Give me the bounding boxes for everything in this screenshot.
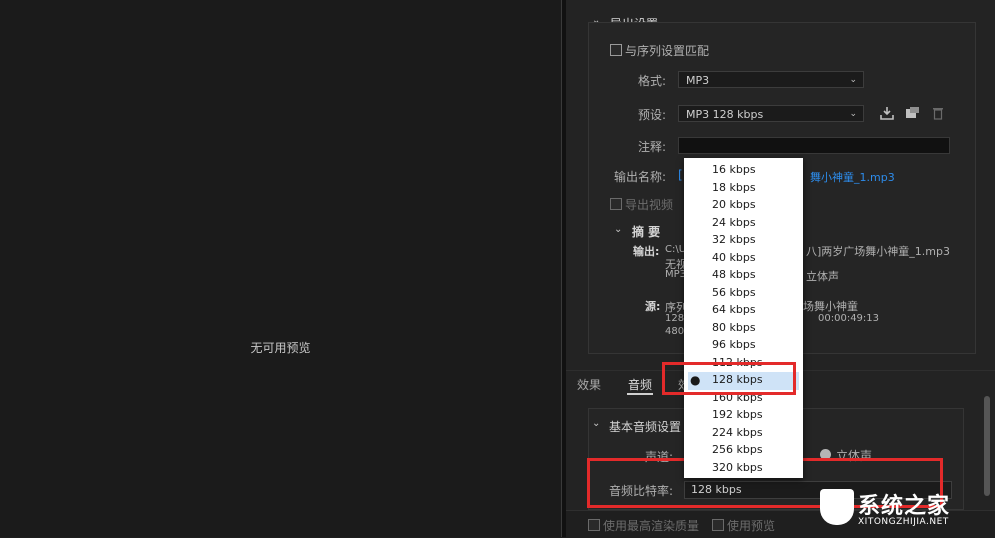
match-sequence-checkbox[interactable] bbox=[610, 44, 622, 56]
export-video-checkbox[interactable] bbox=[610, 198, 622, 210]
watermark-logo-icon bbox=[820, 489, 854, 525]
format-label: 格式: bbox=[638, 74, 667, 88]
highlight-box-selected-option bbox=[662, 362, 796, 395]
summary-output-line3: MP3 bbox=[665, 269, 687, 280]
bitrate-option[interactable]: 192 kbps bbox=[712, 407, 763, 423]
bitrate-option[interactable]: 224 kbps bbox=[712, 425, 763, 441]
preset-label: 预设: bbox=[638, 108, 667, 122]
bitrate-option[interactable]: 96 kbps bbox=[712, 337, 756, 353]
output-name-label: 输出名称: bbox=[614, 170, 667, 184]
summary-output-stereo: 立体声 bbox=[806, 270, 839, 283]
preview-pane bbox=[0, 0, 562, 537]
summary-source-duration: 00:00:49:13 bbox=[818, 313, 880, 324]
bitrate-option[interactable]: 80 kbps bbox=[712, 320, 756, 336]
summary-source-name: 场舞小神童 bbox=[803, 300, 858, 313]
summary-output-path: C:\U bbox=[665, 244, 687, 255]
bitrate-option[interactable]: 64 kbps bbox=[712, 302, 756, 318]
summary-source-label: 源: bbox=[645, 300, 661, 313]
output-name-link[interactable]: 舞小神童_1.mp3 bbox=[810, 169, 895, 185]
bitrate-option[interactable]: 18 kbps bbox=[712, 180, 756, 196]
chevron-down-icon[interactable]: ⌄ bbox=[592, 418, 600, 429]
chevron-down-icon: ⌄ bbox=[849, 75, 857, 85]
bitrate-option[interactable]: 32 kbps bbox=[712, 232, 756, 248]
tab-effects[interactable]: 效果 bbox=[577, 376, 601, 393]
watermark-brand: 系统之家 bbox=[858, 494, 951, 519]
scrollbar-thumb[interactable] bbox=[984, 396, 990, 496]
max-render-quality-checkbox[interactable] bbox=[588, 519, 600, 531]
export-video-label: 导出视频 bbox=[625, 198, 674, 212]
bitrate-option[interactable]: 320 kbps bbox=[712, 460, 763, 476]
bitrate-option[interactable]: 16 kbps bbox=[712, 162, 756, 178]
save-preset-icon[interactable] bbox=[880, 106, 894, 120]
bitrate-option[interactable]: 20 kbps bbox=[712, 197, 756, 213]
bitrate-option[interactable]: 40 kbps bbox=[712, 250, 756, 266]
delete-preset-icon[interactable] bbox=[932, 106, 944, 120]
summary-output-file: 八]两岁广场舞小神童_1.mp3 bbox=[806, 245, 950, 258]
bitrate-option[interactable]: 56 kbps bbox=[712, 285, 756, 301]
import-preset-icon[interactable] bbox=[905, 106, 920, 120]
tab-active-indicator bbox=[627, 393, 653, 395]
watermark-url: XITONGZHIJIA.NET bbox=[858, 517, 949, 527]
bitrate-option[interactable]: 256 kbps bbox=[712, 442, 763, 458]
basic-audio-title: 基本音频设置 bbox=[609, 420, 682, 434]
chevron-down-icon: ⌄ bbox=[849, 109, 857, 119]
comment-label: 注释: bbox=[638, 140, 667, 154]
bitrate-option[interactable]: 24 kbps bbox=[712, 215, 756, 231]
chevron-down-icon[interactable]: ⌄ bbox=[614, 224, 622, 235]
bitrate-option[interactable]: 48 kbps bbox=[712, 267, 756, 283]
summary-output-label: 输出: bbox=[633, 245, 660, 258]
output-name-link-start[interactable]: [ bbox=[678, 168, 683, 182]
bitrate-options: 16 kbps 18 kbps 20 kbps 24 kbps 32 kbps 40 kb… bbox=[684, 0, 803, 537]
no-preview-text: 无可用预览 bbox=[250, 341, 311, 355]
tab-audio[interactable]: 音频 bbox=[628, 376, 652, 393]
summary-title: 摘 要 bbox=[632, 225, 661, 239]
